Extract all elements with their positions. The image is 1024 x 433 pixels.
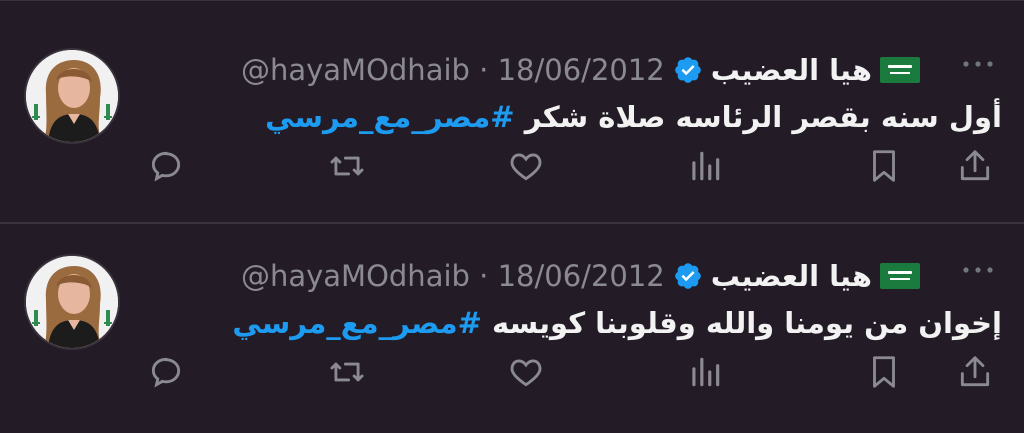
saudi-flag-icon xyxy=(880,263,920,289)
handle-date[interactable]: @hayaMOdhaib · 18/06/2012 xyxy=(241,53,665,87)
avatar-image xyxy=(26,256,118,348)
handle-date[interactable]: @hayaMOdhaib · 18/06/2012 xyxy=(241,259,665,293)
tweet-body: أول سنه بقصر الرئاسه صلاة شكر xyxy=(524,100,1002,134)
date[interactable]: 18/06/2012 xyxy=(498,259,665,293)
share-icon[interactable] xyxy=(953,144,997,188)
saudi-flag-icon xyxy=(880,57,920,83)
date[interactable]: 18/06/2012 xyxy=(498,53,665,87)
tweet-2[interactable]: @hayaMOdhaib · 18/06/2012 هيا العضيب إخو… xyxy=(0,226,1024,432)
like-icon[interactable] xyxy=(504,350,548,394)
reply-icon[interactable] xyxy=(144,350,188,394)
avatar[interactable] xyxy=(24,48,120,144)
verified-badge-icon xyxy=(673,261,703,291)
hashtag-link[interactable]: #مصر_مع_مرسي xyxy=(265,100,515,134)
more-icon[interactable] xyxy=(958,260,998,280)
retweet-icon[interactable] xyxy=(325,144,369,188)
handle[interactable]: @hayaMOdhaib xyxy=(241,53,470,87)
tweet-header: @hayaMOdhaib · 18/06/2012 هيا العضيب xyxy=(241,254,920,298)
views-icon[interactable] xyxy=(683,350,727,394)
tweet-1[interactable]: @hayaMOdhaib · 18/06/2012 هيا العضيب أول… xyxy=(0,20,1024,226)
handle[interactable]: @hayaMOdhaib xyxy=(241,259,470,293)
tweet-divider xyxy=(0,222,1024,224)
tweet-actions xyxy=(0,144,1024,200)
bookmark-icon[interactable] xyxy=(862,350,906,394)
bookmark-icon[interactable] xyxy=(862,144,906,188)
top-divider xyxy=(0,0,1024,1)
hashtag-link[interactable]: #مصر_مع_مرسي xyxy=(232,306,482,340)
separator: · xyxy=(479,259,489,293)
avatar-image xyxy=(26,50,118,142)
tweet-actions xyxy=(0,350,1024,406)
author-name[interactable]: هيا العضيب xyxy=(711,53,872,87)
verified-badge-icon xyxy=(673,55,703,85)
tweet-header: @hayaMOdhaib · 18/06/2012 هيا العضيب xyxy=(241,48,920,92)
like-icon[interactable] xyxy=(504,144,548,188)
separator: · xyxy=(479,53,489,87)
retweet-icon[interactable] xyxy=(325,350,369,394)
tweet-body: إخوان من يومنا والله وقلوبنا كويسه xyxy=(492,306,1002,340)
avatar[interactable] xyxy=(24,254,120,350)
reply-icon[interactable] xyxy=(144,144,188,188)
share-icon[interactable] xyxy=(953,350,997,394)
more-icon[interactable] xyxy=(958,54,998,74)
author-name[interactable]: هيا العضيب xyxy=(711,259,872,293)
views-icon[interactable] xyxy=(683,144,727,188)
